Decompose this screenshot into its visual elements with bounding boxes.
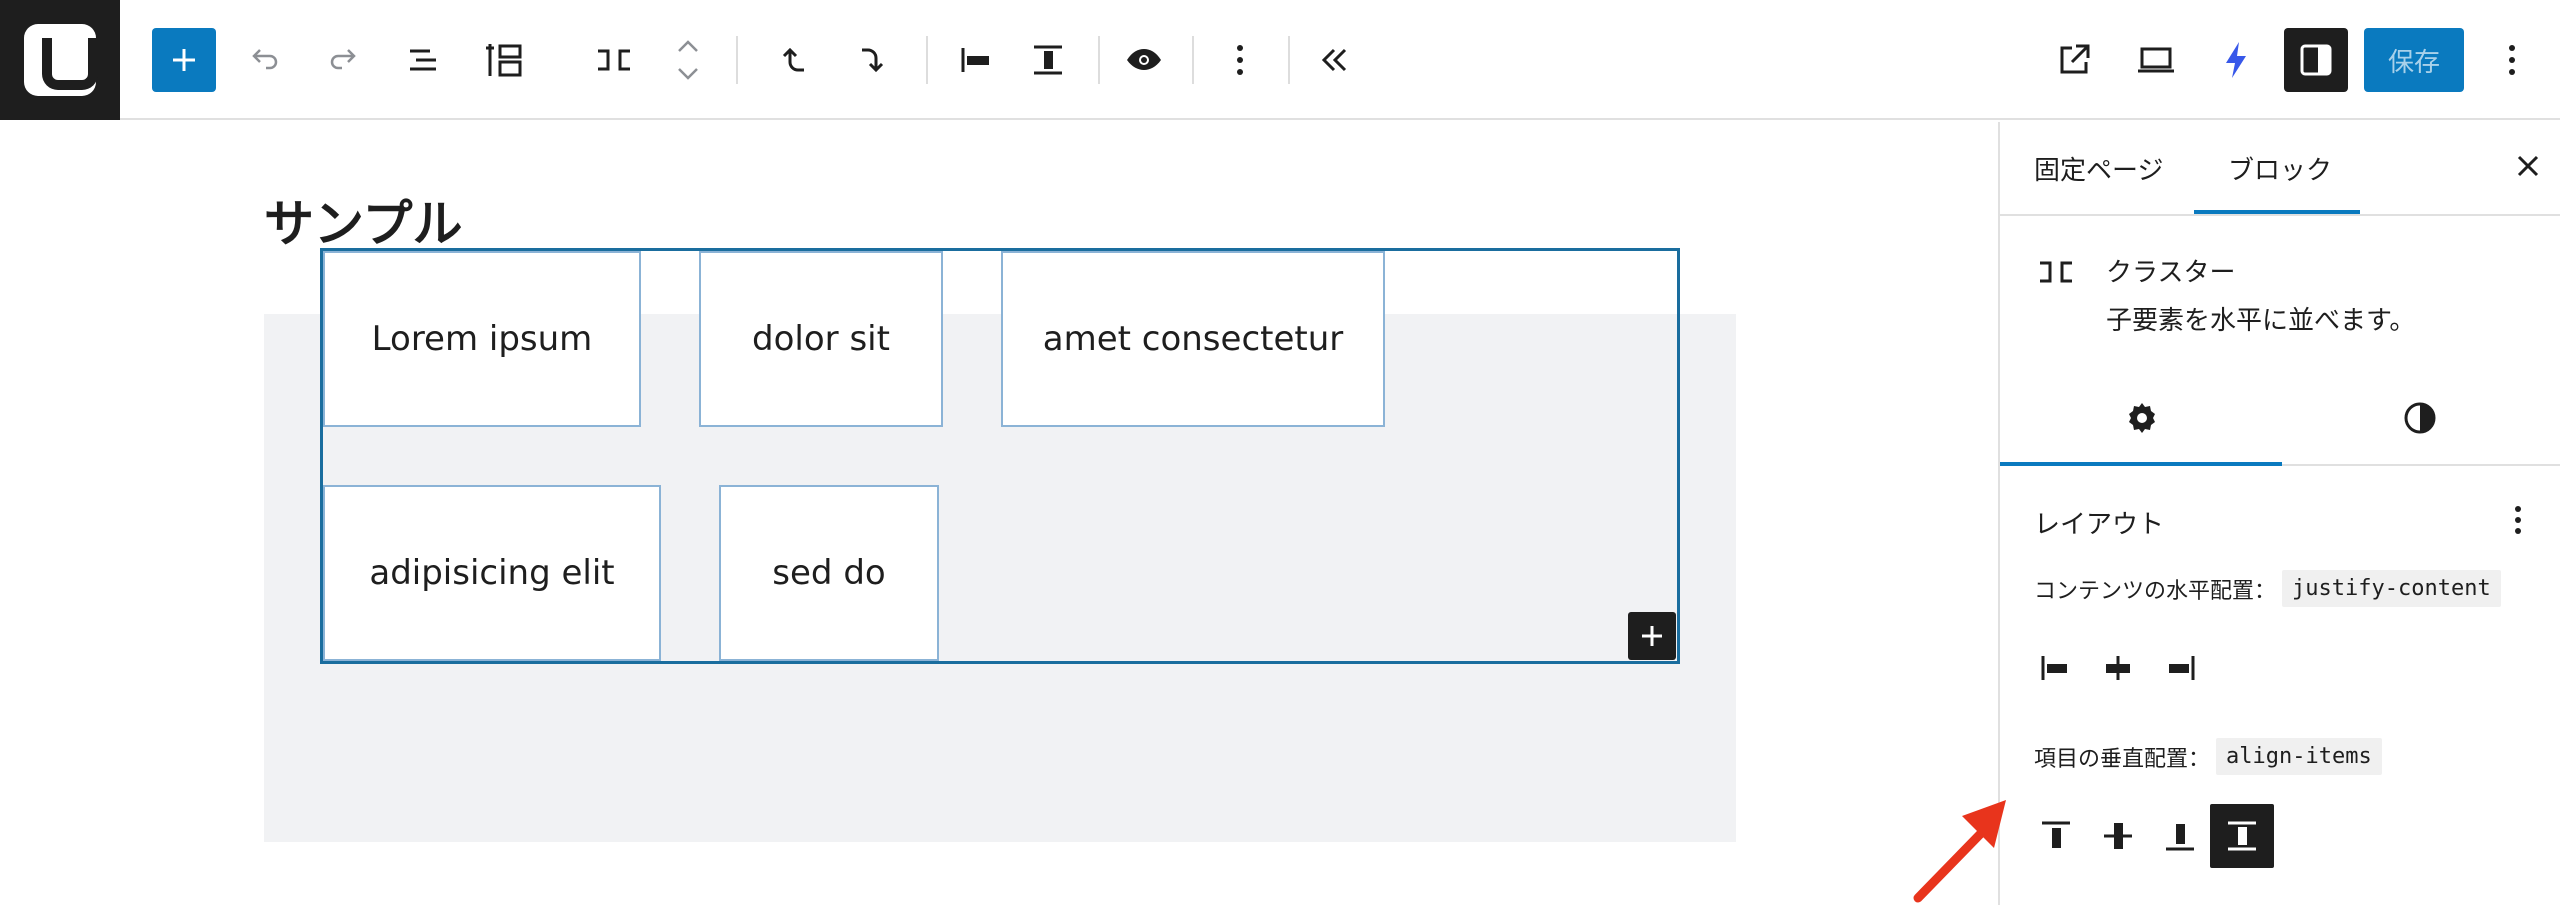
justify-right-icon [2169, 656, 2195, 680]
toolbar-divider [736, 36, 738, 84]
toolbar-divider [1098, 36, 1100, 84]
settings-style-tabs [2000, 368, 2560, 466]
laptop-icon [2138, 47, 2174, 73]
cluster-item[interactable]: sed do [719, 485, 939, 661]
more-vertical-icon [2509, 45, 2515, 75]
stretch-vertical-button[interactable] [1020, 32, 1076, 88]
justify-center-option[interactable] [2086, 636, 2150, 700]
align-top-icon [2042, 821, 2070, 848]
justify-left-icon [2041, 656, 2067, 680]
arrow-up-left-icon [782, 47, 804, 72]
select-parent-button[interactable] [766, 32, 822, 88]
align-stretch-option[interactable] [2210, 804, 2274, 868]
block-name: クラスター [2106, 258, 2236, 288]
block-list-icon [486, 44, 522, 77]
sidebar-tabs: 固定ページ ブロック [2000, 122, 2560, 216]
undo-button[interactable] [236, 32, 292, 88]
save-button[interactable]: 保存 [2364, 28, 2464, 92]
contrast-icon [2404, 402, 2436, 434]
move-block-button[interactable] [844, 32, 900, 88]
align-bottom-option[interactable] [2148, 804, 2212, 868]
preview-device-button[interactable] [2128, 32, 2184, 88]
jetpack-button[interactable] [2208, 32, 2264, 88]
justify-left-icon [961, 48, 989, 72]
align-center-icon [2104, 823, 2132, 849]
cluster-icon [2040, 261, 2072, 283]
align-stretch-icon [1034, 45, 1062, 75]
more-vertical-icon [2515, 506, 2521, 534]
redo-button[interactable] [316, 32, 372, 88]
list-view-icon [410, 49, 436, 71]
cluster-icon [598, 49, 630, 71]
toolbar-divider [926, 36, 928, 84]
align-items-label: 項目の垂直配置： align-items [2034, 738, 2382, 775]
justify-center-icon [2106, 656, 2130, 680]
plus-icon [1642, 626, 1662, 646]
align-items-label-text: 項目の垂直配置： [2034, 746, 2211, 772]
active-subtab-indicator [2000, 462, 2282, 466]
annotation-arrow [1913, 800, 2006, 903]
visibility-button[interactable] [1116, 32, 1172, 88]
chevron-down-icon [678, 68, 698, 80]
more-vertical-icon [1237, 45, 1243, 75]
toolbar-divider [1288, 36, 1290, 84]
view-page-button[interactable] [2046, 32, 2102, 88]
cluster-item[interactable]: dolor sit [699, 251, 943, 427]
collapse-toolbar-button[interactable] [1306, 32, 1362, 88]
redo-icon [330, 49, 356, 70]
tab-block[interactable]: ブロック [2228, 150, 2332, 187]
block-inserter-button[interactable] [1628, 612, 1676, 660]
align-items-code: align-items [2216, 738, 2382, 775]
layout-panel-title[interactable]: レイアウト [2034, 504, 2164, 541]
gear-icon [2129, 403, 2155, 433]
tab-page[interactable]: 固定ページ [2034, 150, 2163, 187]
site-logo[interactable] [0, 0, 120, 120]
justify-content-label: コンテンツの水平配置： justify-content [2034, 570, 2501, 607]
justify-content-code: justify-content [2282, 570, 2501, 607]
align-top-option[interactable] [2024, 804, 2088, 868]
undo-icon [252, 49, 278, 70]
block-type-button[interactable] [586, 32, 642, 88]
cluster-item[interactable]: amet consectetur [1001, 251, 1385, 427]
block-description: 子要素を水平に並べます。 [2106, 306, 2416, 336]
external-link-icon [2060, 44, 2090, 74]
tab-styles[interactable] [2400, 398, 2440, 438]
chevron-up-icon [678, 40, 698, 52]
cluster-item[interactable]: Lorem ipsum [323, 251, 641, 427]
eye-icon [1127, 49, 1161, 70]
justify-right-option[interactable] [2148, 636, 2212, 700]
block-mover-list-button[interactable] [476, 32, 532, 88]
settings-sidebar-toggle[interactable] [2284, 28, 2348, 92]
block-options-button[interactable] [1212, 32, 1268, 88]
toolbar-divider [1192, 36, 1194, 84]
close-sidebar-button[interactable] [2510, 148, 2546, 184]
page-title[interactable]: サンプル [264, 184, 463, 256]
arrow-down-right-icon [862, 48, 884, 73]
add-block-button[interactable] [152, 28, 216, 92]
layout-panel-options-button[interactable] [2500, 500, 2536, 540]
align-bottom-icon [2166, 824, 2194, 851]
move-up-down-buttons[interactable] [660, 28, 716, 92]
sidebar-icon [2300, 44, 2332, 76]
align-center-option[interactable] [2086, 804, 2150, 868]
tab-settings[interactable] [2122, 398, 2162, 438]
options-button[interactable] [2484, 32, 2540, 88]
justify-left-option[interactable] [2024, 636, 2088, 700]
align-stretch-icon [2228, 821, 2256, 851]
logo-icon [24, 24, 98, 96]
plus-icon [173, 49, 195, 71]
active-tab-indicator [2194, 210, 2360, 214]
justify-left-button[interactable] [948, 32, 1004, 88]
settings-sidebar: 固定ページ ブロック クラスター 子要素を水平に並べます。 レイアウト コンテン… [1998, 122, 2560, 905]
block-card: クラスター 子要素を水平に並べます。 [2000, 218, 2560, 368]
lightning-icon [2226, 42, 2246, 78]
chevron-double-left-icon [1321, 48, 1347, 72]
cluster-item[interactable]: adipisicing elit [323, 485, 661, 661]
top-toolbar: 保存 [0, 0, 2560, 120]
close-icon [2517, 155, 2539, 177]
document-overview-button[interactable] [396, 32, 452, 88]
cluster-block[interactable]: Lorem ipsum dolor sit amet consectetur a… [320, 248, 1680, 664]
justify-content-label-text: コンテンツの水平配置： [2034, 578, 2277, 604]
